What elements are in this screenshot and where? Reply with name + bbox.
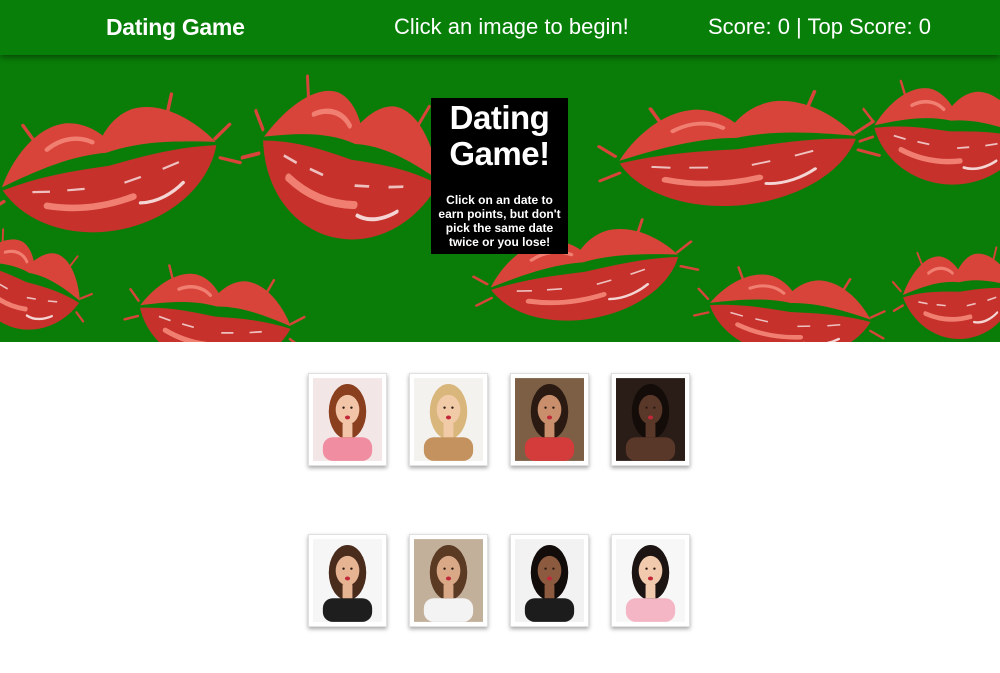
date-card-2[interactable]	[409, 373, 488, 466]
date-photo-5	[313, 539, 382, 622]
date-photo-4	[616, 378, 685, 461]
date-photo-6	[414, 539, 483, 622]
date-card-3[interactable]	[510, 373, 589, 466]
brand-link[interactable]: Dating Game	[106, 14, 245, 41]
date-card-8[interactable]	[611, 534, 690, 627]
date-photo-8	[616, 539, 685, 622]
date-card-1[interactable]	[308, 373, 387, 466]
date-card-5[interactable]	[308, 534, 387, 627]
game-title-line1: Dating	[449, 99, 550, 136]
date-photo-1	[313, 378, 382, 461]
date-photo-3	[515, 378, 584, 461]
game-title-line2: Game!	[449, 135, 550, 172]
score-display: Score: 0 | Top Score: 0	[708, 14, 931, 39]
date-card-4[interactable]	[611, 373, 690, 466]
navbar: Dating Game Click an image to begin! Sco…	[0, 0, 1000, 55]
date-card-7[interactable]	[510, 534, 589, 627]
date-card-6[interactable]	[409, 534, 488, 627]
status-message: Click an image to begin!	[394, 14, 629, 39]
game-title: Dating Game!	[431, 100, 568, 172]
game-instructions: Click on an date to earn points, but don…	[438, 193, 561, 249]
date-photo-7	[515, 539, 584, 622]
hero-banner: Dating Game! Click on an date to earn po…	[0, 55, 1000, 342]
title-card: Dating Game! Click on an date to earn po…	[431, 98, 568, 254]
date-photo-2	[414, 378, 483, 461]
